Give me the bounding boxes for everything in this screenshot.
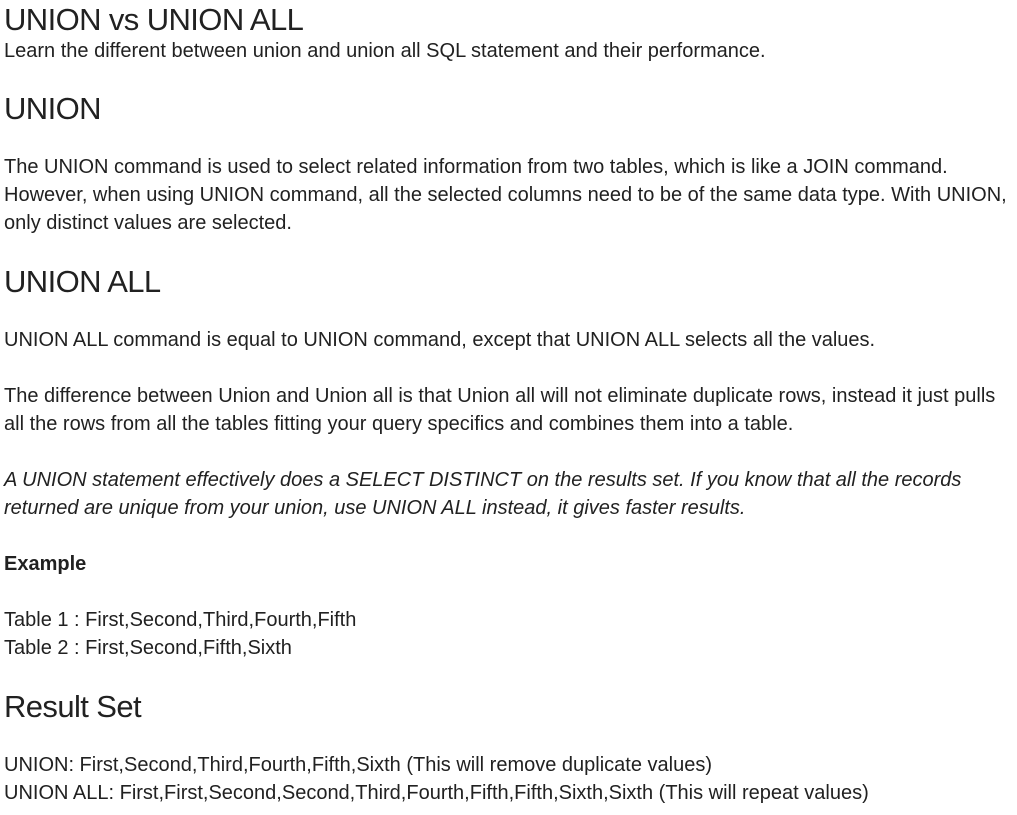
union-difference-paragraph: The difference between Union and Union a… xyxy=(4,385,996,435)
union-heading: UNION xyxy=(4,91,101,126)
example-table-2: Table 2 : First,Second,Fifth,Sixth xyxy=(4,637,292,659)
result-set-heading: Result Set xyxy=(4,689,142,724)
union-all-paragraph: UNION ALL command is equal to UNION comm… xyxy=(4,329,876,351)
result-union-line: UNION: First,Second,Third,Fourth,Fifth,S… xyxy=(4,754,712,776)
article: UNION vs UNION ALL Learn the different b… xyxy=(0,0,1017,815)
result-set-lines: UNION: First,Second,Third,Fourth,Fifth,S… xyxy=(4,751,1014,807)
example-tables: Table 1 : First,Second,Third,Fourth,Fift… xyxy=(4,606,1014,662)
example-table-1: Table 1 : First,Second,Third,Fourth,Fift… xyxy=(4,609,357,631)
result-union-all-line: UNION ALL: First,First,Second,Second,Thi… xyxy=(4,782,869,804)
union-paragraph: The UNION command is used to select rela… xyxy=(4,156,1007,234)
example-label: Example xyxy=(4,553,87,575)
union-all-heading: UNION ALL xyxy=(4,264,161,299)
page-title: UNION vs UNION ALL xyxy=(4,2,304,37)
union-performance-note: A UNION statement effectively does a SEL… xyxy=(4,469,962,519)
page-subtitle: Learn the different between union and un… xyxy=(4,40,766,62)
